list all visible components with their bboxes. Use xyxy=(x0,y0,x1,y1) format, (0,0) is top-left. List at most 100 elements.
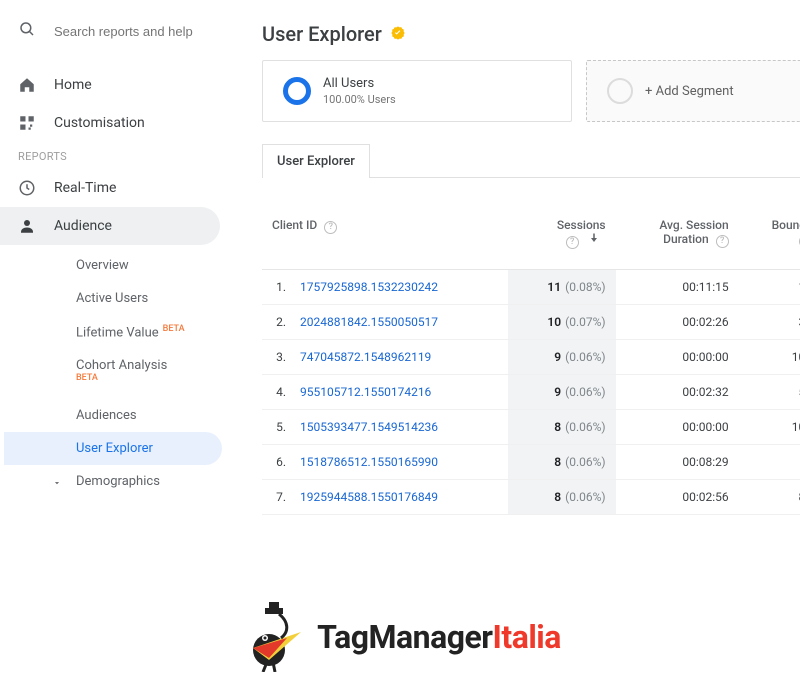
col-avg-duration-l1: Avg. Session xyxy=(659,218,728,232)
tab-user-explorer[interactable]: User Explorer xyxy=(262,144,370,178)
home-icon xyxy=(18,76,36,94)
cell-bounce: 18 xyxy=(739,269,800,304)
nav-customisation[interactable]: Customisation xyxy=(0,104,232,142)
cell-duration: 00:08:29 xyxy=(616,444,739,479)
sub-overview[interactable]: Overview xyxy=(4,249,232,282)
nav-home[interactable]: Home xyxy=(0,66,232,104)
client-id-link[interactable]: 1505393477.1549514236 xyxy=(290,409,508,444)
help-icon[interactable]: ? xyxy=(324,221,337,234)
help-icon[interactable]: ? xyxy=(716,235,729,248)
cell-sessions: 8(0.06%) xyxy=(508,479,616,514)
nav-realtime[interactable]: Real-Time xyxy=(0,169,232,207)
client-id-link[interactable]: 1518786512.1550165990 xyxy=(290,444,508,479)
col-bounce-label: Bounce xyxy=(772,218,800,232)
search-input[interactable] xyxy=(54,24,204,39)
cell-bounce: 100 xyxy=(739,339,800,374)
sub-lifetime-value[interactable]: Lifetime Value BETA xyxy=(4,315,232,349)
client-id-link[interactable]: 747045872.1548962119 xyxy=(290,339,508,374)
client-id-link[interactable]: 1757925898.1532230242 xyxy=(290,269,508,304)
cell-sessions: 11(0.08%) xyxy=(508,269,616,304)
cell-sessions: 8(0.06%) xyxy=(508,409,616,444)
table-row: 6.1518786512.15501659908(0.06%)00:08:290 xyxy=(262,444,800,479)
row-index: 7. xyxy=(262,479,290,514)
logo-text-2: Italia xyxy=(493,618,561,656)
sub-demographics-label: Demographics xyxy=(76,474,160,489)
segment-ring-empty-icon xyxy=(607,78,633,104)
client-id-link[interactable]: 955105712.1550174216 xyxy=(290,374,508,409)
client-id-link[interactable]: 2024881842.1550050517 xyxy=(290,304,508,339)
row-index: 4. xyxy=(262,374,290,409)
audience-submenu: Overview Active Users Lifetime Value BETA… xyxy=(0,245,232,498)
table-row: 5.1505393477.15495142368(0.06%)00:00:001… xyxy=(262,409,800,444)
clock-icon xyxy=(18,179,36,197)
person-icon xyxy=(18,217,36,235)
cell-bounce: 55 xyxy=(739,374,800,409)
main-content: User Explorer All Users 100.00% Users + … xyxy=(232,0,800,580)
segment-ring-icon xyxy=(283,77,311,105)
verified-badge-icon xyxy=(390,22,406,46)
cell-sessions: 9(0.06%) xyxy=(508,374,616,409)
beta-badge: BETA xyxy=(163,324,185,334)
col-avg-duration[interactable]: Avg. Session Duration ? xyxy=(616,212,739,269)
chevron-right-icon xyxy=(52,477,62,492)
sub-cohort[interactable]: Cohort AnalysisBETA xyxy=(4,349,232,398)
table-row: 2.2024881842.155005051710(0.07%)00:02:26… xyxy=(262,304,800,339)
col-client-id[interactable]: Client ID ? xyxy=(262,212,508,269)
client-id-link[interactable]: 1925944588.1550176849 xyxy=(290,479,508,514)
cell-duration: 00:02:56 xyxy=(616,479,739,514)
page-title: User Explorer xyxy=(262,22,382,46)
sub-active-users[interactable]: Active Users xyxy=(4,282,232,315)
nav-audience[interactable]: Audience xyxy=(0,207,220,245)
row-index: 1. xyxy=(262,269,290,304)
sub-cohort-label: Cohort Analysis xyxy=(76,358,167,373)
logo-text: TagManagerItalia xyxy=(317,618,561,656)
customisation-icon xyxy=(18,114,36,132)
col-bounce[interactable]: Bounce ? xyxy=(739,212,800,269)
cell-bounce: 30 xyxy=(739,304,800,339)
row-index: 5. xyxy=(262,409,290,444)
reports-section-label: REPORTS xyxy=(0,142,232,169)
table-row: 3.747045872.15489621199(0.06%)00:00:0010… xyxy=(262,339,800,374)
sub-audiences[interactable]: Audiences xyxy=(4,399,232,432)
row-index: 3. xyxy=(262,339,290,374)
sub-lifetime-value-label: Lifetime Value xyxy=(76,325,159,340)
search-icon xyxy=(18,20,36,42)
cell-sessions: 10(0.07%) xyxy=(508,304,616,339)
sort-desc-icon xyxy=(588,233,600,247)
beta-badge: BETA xyxy=(76,373,98,383)
cell-bounce: 100 xyxy=(739,409,800,444)
sub-user-explorer[interactable]: User Explorer xyxy=(4,432,222,465)
col-sessions-label: Sessions xyxy=(557,218,606,232)
segment-subtitle: 100.00% Users xyxy=(323,93,396,106)
add-segment-label: + Add Segment xyxy=(645,84,734,99)
table-row: 7.1925944588.15501768498(0.06%)00:02:568… xyxy=(262,479,800,514)
cell-bounce: 87 xyxy=(739,479,800,514)
cell-duration: 00:00:00 xyxy=(616,409,739,444)
segment-row: All Users 100.00% Users + Add Segment xyxy=(262,60,800,122)
add-segment-button[interactable]: + Add Segment xyxy=(586,60,800,122)
page-title-row: User Explorer xyxy=(262,22,800,46)
tabs: User Explorer xyxy=(262,144,800,178)
nav-realtime-label: Real-Time xyxy=(54,180,116,196)
nav-home-label: Home xyxy=(54,77,92,93)
cell-duration: 00:11:15 xyxy=(616,269,739,304)
cell-sessions: 8(0.06%) xyxy=(508,444,616,479)
col-sessions[interactable]: Sessions ? xyxy=(508,212,616,269)
data-table: Client ID ? Sessions ? Avg. Session xyxy=(262,212,800,515)
sidebar: Home Customisation REPORTS Real-Time xyxy=(0,0,232,580)
help-icon[interactable]: ? xyxy=(566,236,579,249)
segment-title: All Users xyxy=(323,76,396,91)
cell-sessions: 9(0.06%) xyxy=(508,339,616,374)
sub-demographics[interactable]: Demographics xyxy=(4,465,232,498)
col-client-id-label: Client ID xyxy=(272,218,317,232)
nav-audience-label: Audience xyxy=(54,218,112,234)
footer-logo: TagManagerItalia xyxy=(0,602,800,672)
cell-bounce: 0 xyxy=(739,444,800,479)
search-row xyxy=(0,14,232,60)
cell-duration: 00:02:26 xyxy=(616,304,739,339)
row-index: 2. xyxy=(262,304,290,339)
col-avg-duration-l2: Duration xyxy=(663,232,709,246)
logo-mark-icon xyxy=(239,602,317,672)
segment-all-users[interactable]: All Users 100.00% Users xyxy=(262,60,572,122)
row-index: 6. xyxy=(262,444,290,479)
